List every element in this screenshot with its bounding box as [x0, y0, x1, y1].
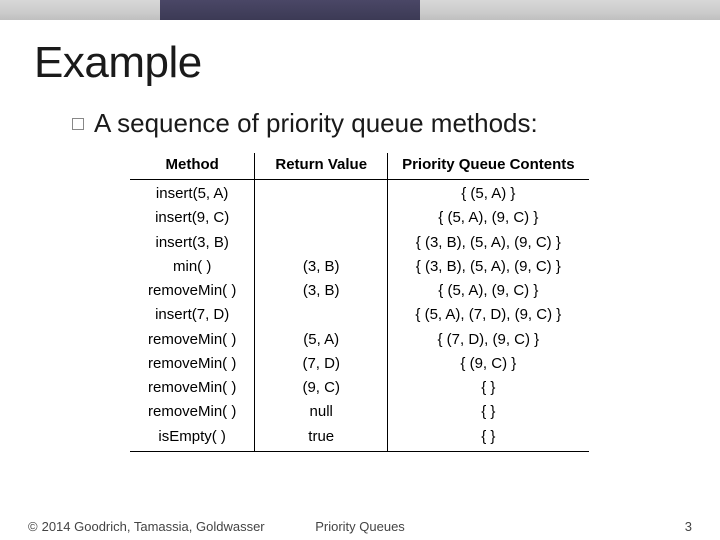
table-container: Method Return Value Priority Queue Conte…	[130, 153, 686, 452]
bullet-item: A sequence of priority queue methods:	[72, 108, 686, 139]
table-row: min( )(3, B){ (3, B), (5, A), (9, C) }	[130, 255, 589, 279]
table-row: insert(9, C) { (5, A), (9, C) }	[130, 206, 589, 230]
cell-contents: { (3, B), (5, A), (9, C) }	[388, 255, 589, 279]
cell-return-value: true	[255, 425, 388, 452]
cell-method: insert(7, D)	[130, 303, 255, 327]
cell-return-value: (3, B)	[255, 279, 388, 303]
table-row: removeMin( )null{ }	[130, 400, 589, 424]
cell-method: insert(9, C)	[130, 206, 255, 230]
cell-method: min( )	[130, 255, 255, 279]
page-number: 3	[685, 519, 692, 534]
cell-contents: { (3, B), (5, A), (9, C) }	[388, 231, 589, 255]
cell-return-value	[255, 303, 388, 327]
cell-contents: { }	[388, 400, 589, 424]
methods-table: Method Return Value Priority Queue Conte…	[130, 153, 589, 452]
cell-contents: { (5, A) }	[388, 180, 589, 207]
cell-contents: { (5, A), (7, D), (9, C) }	[388, 303, 589, 327]
cell-contents: { }	[388, 376, 589, 400]
cell-return-value: (7, D)	[255, 352, 388, 376]
cell-method: removeMin( )	[130, 352, 255, 376]
table-row: isEmpty( )true{ }	[130, 425, 589, 452]
table-row: removeMin( )(9, C){ }	[130, 376, 589, 400]
cell-method: isEmpty( )	[130, 425, 255, 452]
table-row: removeMin( )(5, A){ (7, D), (9, C) }	[130, 328, 589, 352]
table-row: insert(5, A) { (5, A) }	[130, 180, 589, 207]
footer-center-text: Priority Queues	[0, 519, 720, 534]
cell-method: insert(5, A)	[130, 180, 255, 207]
top-bar-active-segment	[160, 0, 420, 20]
table-row: insert(7, D) { (5, A), (7, D), (9, C) }	[130, 303, 589, 327]
cell-return-value: null	[255, 400, 388, 424]
cell-contents: { (5, A), (9, C) }	[388, 279, 589, 303]
col-pq-contents: Priority Queue Contents	[388, 153, 589, 180]
cell-return-value	[255, 206, 388, 230]
cell-contents: { (7, D), (9, C) }	[388, 328, 589, 352]
cell-contents: { (5, A), (9, C) }	[388, 206, 589, 230]
cell-return-value: (5, A)	[255, 328, 388, 352]
col-method: Method	[130, 153, 255, 180]
cell-method: removeMin( )	[130, 400, 255, 424]
cell-return-value	[255, 180, 388, 207]
cell-return-value: (3, B)	[255, 255, 388, 279]
cell-method: insert(3, B)	[130, 231, 255, 255]
slide-title: Example	[34, 38, 686, 88]
table-row: removeMin( )(7, D){ (9, C) }	[130, 352, 589, 376]
col-return-value: Return Value	[255, 153, 388, 180]
table-header-row: Method Return Value Priority Queue Conte…	[130, 153, 589, 180]
table-row: removeMin( )(3, B){ (5, A), (9, C) }	[130, 279, 589, 303]
cell-contents: { (9, C) }	[388, 352, 589, 376]
cell-return-value: (9, C)	[255, 376, 388, 400]
cell-return-value	[255, 231, 388, 255]
slide: Example A sequence of priority queue met…	[0, 20, 720, 540]
cell-method: removeMin( )	[130, 279, 255, 303]
cell-method: removeMin( )	[130, 376, 255, 400]
table-row: insert(3, B) { (3, B), (5, A), (9, C) }	[130, 231, 589, 255]
bullet-text: A sequence of priority queue methods:	[94, 108, 538, 139]
square-bullet-icon	[72, 118, 84, 130]
cell-contents: { }	[388, 425, 589, 452]
cell-method: removeMin( )	[130, 328, 255, 352]
